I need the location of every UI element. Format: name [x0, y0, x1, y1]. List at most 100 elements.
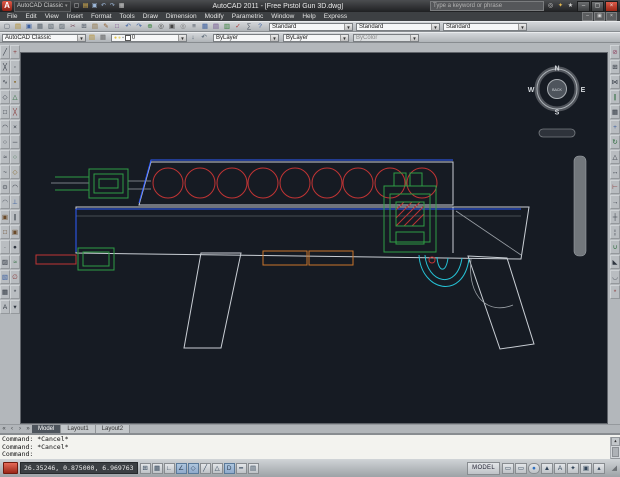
draw-tool-icon[interactable]: ▧ — [0, 270, 10, 284]
toolbar-icon[interactable]: ✓ — [233, 22, 243, 31]
osnap-tool-icon[interactable]: * — [10, 285, 20, 299]
document-window-button[interactable]: × — [606, 12, 617, 21]
draw-tool-icon[interactable]: ▦ — [0, 285, 10, 299]
toolbar-icon[interactable]: ▣ — [167, 22, 177, 31]
osnap-tool-icon[interactable]: × — [10, 120, 20, 134]
modify-tool-icon[interactable]: + — [610, 120, 620, 134]
modify-tool-icon[interactable]: ∪ — [610, 240, 620, 254]
document-window-button[interactable]: – — [582, 12, 593, 21]
draw-tool-icon[interactable]: ◇ — [0, 90, 10, 104]
osnap-tool-icon[interactable]: + — [10, 45, 20, 59]
window-control-button[interactable]: – — [577, 0, 590, 12]
osnap-tool-icon[interactable]: ○ — [10, 150, 20, 164]
modify-tool-icon[interactable]: * — [610, 285, 620, 299]
chevron-down-icon[interactable]: ▼ — [340, 34, 348, 41]
chevron-down-icon[interactable]: ▼ — [344, 23, 352, 30]
status-right-icon[interactable]: ▭ — [502, 462, 514, 474]
draw-tool-icon[interactable]: ~ — [0, 165, 10, 179]
osnap-tool-icon[interactable]: ◠ — [10, 180, 20, 194]
toolbar-icon[interactable]: ▣ — [24, 22, 34, 31]
menu-item[interactable]: Modify — [201, 12, 228, 21]
toolbar-icon[interactable]: ▤ — [90, 22, 100, 31]
draw-tool-icon[interactable]: ╳ — [0, 60, 10, 74]
menu-item[interactable]: Dimension — [162, 12, 201, 21]
quick-access-icon[interactable]: ▢ — [73, 2, 81, 11]
status-toggle-button[interactable]: ▤ — [247, 462, 259, 474]
status-toggle-button[interactable]: △ — [211, 462, 223, 474]
modify-tool-icon[interactable]: ▦ — [610, 105, 620, 119]
osnap-tool-icon[interactable]: ◇ — [10, 165, 20, 179]
menu-item[interactable]: Help — [298, 12, 319, 21]
status-right-icon[interactable]: ● — [528, 462, 540, 474]
scrollbar-thumb[interactable] — [612, 447, 619, 457]
osnap-tool-icon[interactable]: △ — [10, 90, 20, 104]
draw-tool-icon[interactable]: □ — [0, 225, 10, 239]
osnap-tool-icon[interactable]: ╳ — [10, 105, 20, 119]
toolbar-icon[interactable]: ▨ — [57, 22, 67, 31]
style-combo[interactable]: Standard ▼ — [356, 22, 440, 31]
modify-tool-icon[interactable]: ◣ — [610, 255, 620, 269]
scroll-up-icon[interactable]: ▲ — [611, 437, 620, 446]
modify-tool-icon[interactable]: ⊞ — [610, 60, 620, 74]
toolbar-icon[interactable]: ✎ — [101, 22, 111, 31]
toolbar-icon[interactable]: ✂ — [68, 22, 78, 31]
draw-tool-icon[interactable]: ∿ — [0, 75, 10, 89]
modify-tool-icon[interactable]: △ — [610, 150, 620, 164]
document-window-button[interactable]: ▣ — [594, 12, 605, 21]
toolbar-icon[interactable]: □ — [112, 22, 122, 31]
quick-access-workspace-dropdown[interactable]: AutoCAD Classic ▾ — [14, 0, 71, 12]
menu-item[interactable]: File — [3, 12, 21, 21]
modify-tool-icon[interactable]: ┼ — [610, 210, 620, 224]
osnap-tool-icon[interactable]: ∅ — [10, 270, 20, 284]
status-right-icon[interactable]: A — [554, 462, 566, 474]
toolbar-icon[interactable]: ▦ — [200, 22, 210, 31]
clean-screen-corner-icon[interactable]: ◢ — [607, 464, 617, 472]
status-toggle-button[interactable]: ◇ — [187, 462, 199, 474]
modify-tool-icon[interactable]: ¦ — [610, 225, 620, 239]
toolbar-icon[interactable]: ◎ — [156, 22, 166, 31]
viewcube-compass[interactable]: BACK N S W E — [528, 66, 586, 138]
toolbar-icon[interactable]: ≡ — [189, 22, 199, 31]
status-toggle-button[interactable]: ▦ — [151, 462, 163, 474]
status-right-icon[interactable]: ▣ — [580, 462, 592, 474]
modify-tool-icon[interactable]: ⊢ — [610, 180, 620, 194]
chevron-down-icon[interactable]: ▼ — [518, 23, 526, 30]
toolbar-icon[interactable]: ◎ — [178, 22, 188, 31]
osnap-tool-icon[interactable]: ◦ — [10, 60, 20, 74]
window-control-button[interactable]: ▢ — [591, 0, 604, 12]
modify-tool-icon[interactable]: ↔ — [610, 165, 620, 179]
layer-combo[interactable]: ● ● ▪ 0 ▼ — [111, 33, 187, 42]
modify-tool-icon[interactable]: ↻ — [610, 135, 620, 149]
infocenter-search-input[interactable]: Type a keyword or phrase — [430, 1, 544, 11]
status-toggle-button[interactable]: D — [223, 462, 235, 474]
navigation-bar[interactable] — [573, 155, 587, 257]
infocenter-icon[interactable]: ✦ — [556, 2, 565, 11]
menu-item[interactable]: Express — [320, 12, 351, 21]
osnap-tool-icon[interactable]: ▣ — [10, 225, 20, 239]
toolbar-icon[interactable]: ? — [255, 22, 265, 31]
toolbar-icon[interactable]: ⊞ — [79, 22, 89, 31]
toolbar-icon[interactable]: ▤ — [211, 22, 221, 31]
menu-item[interactable]: Window — [267, 12, 298, 21]
object-color-combo[interactable]: ByLayer ▼ — [213, 33, 279, 42]
modify-tool-icon[interactable]: ◡ — [610, 270, 620, 284]
modify-tool-icon[interactable]: ⊘ — [610, 45, 620, 59]
workspace-combo[interactable]: AutoCAD Classic ▼ — [2, 33, 86, 42]
toolbar-icon[interactable]: ▧ — [46, 22, 56, 31]
toolbar-icon[interactable]: ∑ — [244, 22, 254, 31]
chevron-down-icon[interactable]: ▼ — [77, 34, 85, 41]
quick-access-icon[interactable]: ↶ — [100, 2, 108, 11]
modify-tool-icon[interactable]: ∥ — [610, 90, 620, 104]
status-toggle-button[interactable]: ⊞ — [139, 462, 151, 474]
draw-tool-icon[interactable]: ○ — [0, 135, 10, 149]
style-combo[interactable]: Standard ▼ — [443, 22, 527, 31]
toolbar-icon[interactable]: ⊕ — [145, 22, 155, 31]
quick-access-icon[interactable]: ▤ — [82, 2, 90, 11]
toolbar-icon[interactable]: ↶ — [123, 22, 133, 31]
quick-access-icon[interactable]: ↷ — [109, 2, 117, 11]
quick-access-icon[interactable]: ▦ — [118, 2, 126, 11]
draw-tool-icon[interactable]: ▨ — [0, 255, 10, 269]
linetype-combo[interactable]: ByLayer ▼ — [283, 33, 349, 42]
viewcube-menu-pill[interactable] — [538, 128, 576, 138]
draw-tool-icon[interactable]: · — [0, 240, 10, 254]
